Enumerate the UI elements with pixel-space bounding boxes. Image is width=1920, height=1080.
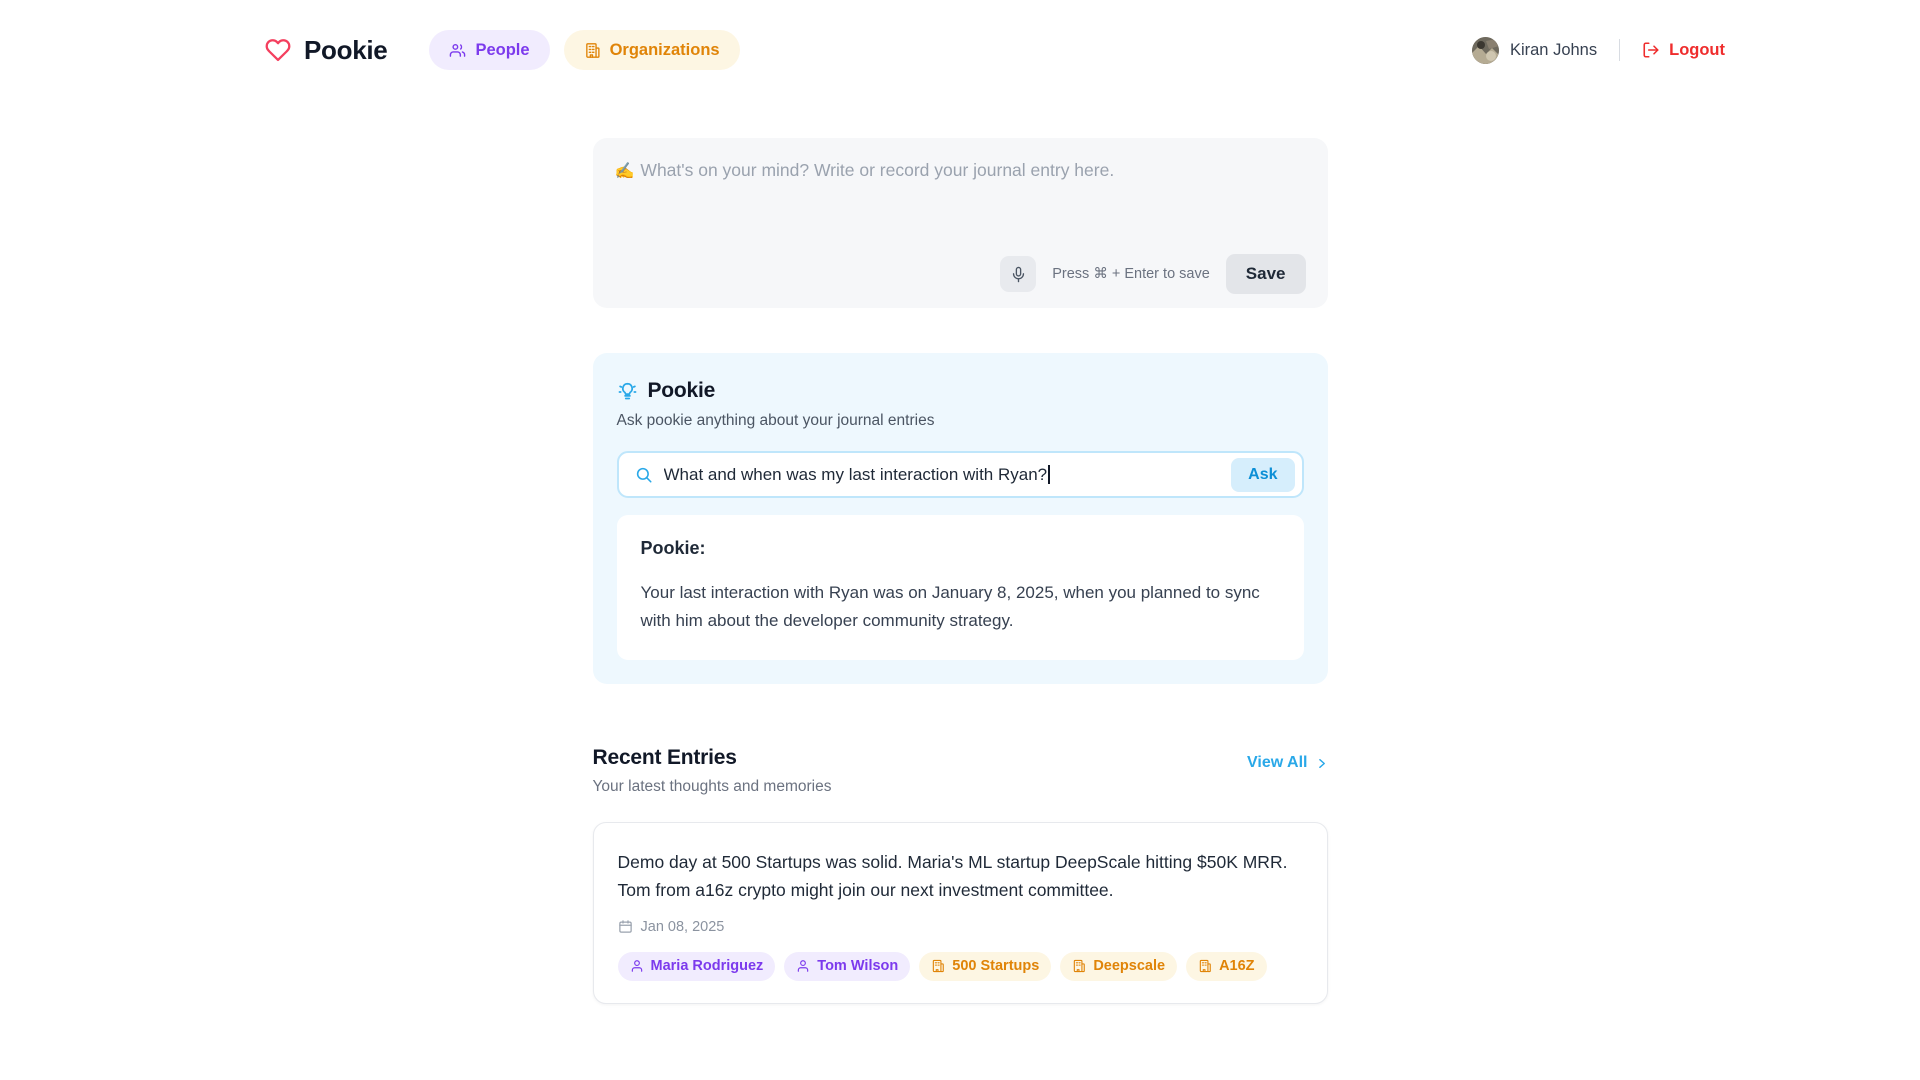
tag-a16z[interactable]: A16Z [1186,951,1267,981]
tag-label: Deepscale [1093,958,1166,975]
nav-tab-people[interactable]: People [429,30,550,70]
person-icon [630,959,644,973]
entry-date-label: Jan 08, 2025 [640,918,725,935]
view-all-label: View All [1247,754,1308,772]
text-cursor [1048,465,1050,484]
recent-entries-header: Recent Entries Your latest thoughts and … [593,746,1328,796]
recent-entries-subtitle: Your latest thoughts and memories [592,778,832,796]
journal-input-placeholder: What's on your mind? Write or record you… [640,160,1115,180]
pookie-subtitle: Ask pookie anything about your journal e… [616,412,935,429]
entry-card[interactable]: Demo day at 500 Startups was solid. Mari… [592,822,1328,1004]
entry-tags: Maria Rodriguez Tom Wilson 500 Startups … [617,951,1303,981]
journal-composer[interactable]: ✍️ What's on your mind? Write or record y… [592,138,1328,308]
nav-tab-people-label: People [475,40,530,59]
page-content: ✍️ What's on your mind? Write or record y… [592,100,1328,1004]
pookie-question-input[interactable]: What and when was my last interaction wi… [664,465,1221,485]
calendar-icon [618,919,633,934]
brand-logo[interactable]: Pookie [265,34,388,66]
pookie-search-bar[interactable]: What and when was my last interaction wi… [616,451,1304,498]
microphone-icon [1010,266,1027,283]
logout-button[interactable]: Logout [1642,41,1725,60]
tag-deepscale[interactable]: Deepscale [1060,951,1178,981]
pookie-title: Pookie [647,379,716,402]
journal-input[interactable]: ✍️ What's on your mind? Write or record y… [615,158,1306,254]
writing-hand-icon: ✍️ [614,163,635,180]
tag-label: 500 Startups [952,958,1040,975]
tag-label: Maria Rodriguez [650,958,764,975]
recent-entries-title: Recent Entries [592,746,737,770]
user-menu[interactable]: Kiran Johns [1471,36,1598,64]
recent-entries-titles: Recent Entries Your latest thoughts and … [593,746,832,796]
tag-label: Tom Wilson [817,958,899,975]
ask-button[interactable]: Ask [1231,457,1295,492]
avatar [1471,36,1499,64]
heart-icon [265,37,291,63]
entry-date: Jan 08, 2025 [618,919,1303,935]
logout-label: Logout [1669,40,1725,59]
nav-tab-organizations-label: Organizations [609,40,720,59]
pookie-answer: Pookie: Your last interaction with Ryan … [616,515,1304,661]
entry-text: Demo day at 500 Startups was solid. Mari… [617,852,1288,901]
tag-500-startups[interactable]: 500 Startups [919,951,1052,981]
pookie-answer-text: Your last interaction with Ryan was on J… [640,583,1260,630]
main-nav: People Organizations [429,30,740,70]
chevron-right-icon [1315,757,1328,770]
header-divider [1619,39,1621,61]
lightbulb-icon [617,381,638,402]
header-right: Kiran Johns Logout [1471,36,1725,64]
building-icon [1072,959,1086,973]
pookie-assistant-card: Pookie Ask pookie anything about your jo… [592,353,1328,685]
brand-name: Pookie [304,34,388,65]
record-audio-button[interactable] [1000,256,1037,292]
pookie-question-value: What and when was my last interaction wi… [663,464,1048,484]
pookie-answer-label: Pookie: [640,538,706,558]
tag-label: A16Z [1219,958,1255,975]
tag-maria-rodriguez[interactable]: Maria Rodriguez [617,951,776,981]
save-shortcut-hint: Press ⌘ + Enter to save [1052,266,1210,282]
pookie-header: Pookie [617,379,1304,403]
building-icon [584,42,601,59]
building-icon [1198,959,1212,973]
composer-toolbar: Press ⌘ + Enter to save Save [615,254,1306,294]
user-name: Kiran Johns [1509,40,1598,59]
view-all-link[interactable]: View All [1247,754,1327,772]
search-icon [635,466,653,484]
save-button[interactable]: Save [1225,254,1306,294]
person-icon [796,959,810,973]
tag-tom-wilson[interactable]: Tom Wilson [784,951,911,981]
building-icon [931,959,945,973]
people-icon [449,42,466,59]
nav-tab-organizations[interactable]: Organizations [563,30,740,70]
app-header: Pookie People Organizations Kiran Johns … [0,0,1920,100]
logout-icon [1642,41,1660,59]
